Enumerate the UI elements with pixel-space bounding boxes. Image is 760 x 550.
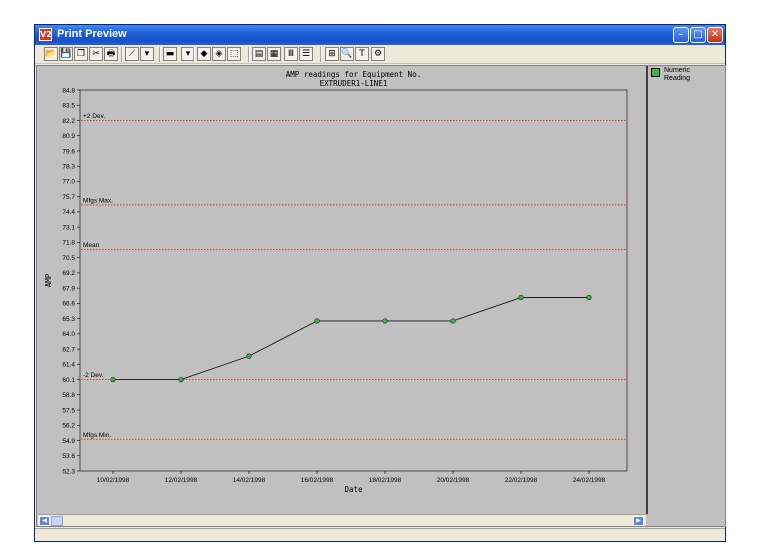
legend-label: Numeric Reading	[664, 67, 691, 82]
zoom-page-icon[interactable]: ⬚	[227, 47, 241, 61]
legend-swatch	[651, 68, 660, 77]
print-preview-window: V2 Print Preview – □ ✕ 📂 💾 ❐ ✂ 🖶 ⟋ ▾ ▬ ▾ ◆ ◈ ⬚ ▤ ▦ Ⅲ ☰ ⊞…	[34, 24, 726, 542]
horizontal-scrollbar[interactable]: ◀ ▶	[38, 514, 646, 526]
tools-icon[interactable]: ⚙	[371, 47, 385, 61]
y-tick-label: 74.4	[62, 209, 75, 216]
reference-line-label: +2 Dev.	[83, 113, 105, 120]
maximize-button[interactable]: □	[690, 27, 706, 43]
data-point	[246, 353, 252, 359]
y-tick-label: 66.6	[62, 301, 75, 308]
y-tick-label: 54.9	[62, 438, 75, 445]
y-tick-label: 79.6	[62, 148, 75, 155]
view-3d-icon[interactable]: ◆	[197, 47, 211, 61]
print-icon[interactable]: 🖶	[104, 47, 118, 61]
y-tick-label: 53.6	[62, 453, 75, 460]
open-icon[interactable]: 📂	[44, 47, 58, 61]
chart-title: AMP readings for Equipment No.	[286, 70, 421, 79]
y-tick-label: 78.3	[62, 164, 75, 171]
y-tick-label: 77.0	[62, 179, 75, 186]
y-axis-label: AMP	[44, 273, 53, 287]
series-line	[113, 297, 589, 381]
chart-subtitle: EXTRUDER1-LINE1	[320, 79, 388, 88]
reference-line-label: Mean	[83, 242, 100, 249]
reference-line-label: Mfgs Min.	[83, 432, 111, 439]
y-tick-label: 70.5	[62, 255, 75, 262]
toolbar: 📂 💾 ❐ ✂ 🖶 ⟋ ▾ ▬ ▾ ◆ ◈ ⬚ ▤ ▦ Ⅲ ☰ ⊞ 🔍 T ⚙	[35, 45, 725, 64]
x-tick-label: 22/02/1998	[505, 477, 538, 484]
y-tick-label: 64.0	[62, 331, 75, 338]
axis-icon[interactable]: ⊞	[325, 47, 339, 61]
rotate-icon[interactable]: ◈	[212, 47, 226, 61]
x-tick-label: 12/02/1998	[165, 477, 198, 484]
y-tick-label: 69.2	[62, 270, 75, 277]
x-axis-label: Date	[344, 485, 363, 494]
y-tick-label: 67.9	[62, 285, 75, 292]
y-tick-label: 60.1	[62, 377, 75, 384]
y-tick-label: 58.8	[62, 392, 75, 399]
y-tick-label: 75.7	[62, 194, 75, 201]
y-tick-label: 84.8	[62, 87, 75, 94]
scroll-right-icon[interactable]: ▶	[633, 516, 644, 526]
y-tick-label: 80.9	[62, 133, 75, 140]
data-point	[586, 294, 592, 301]
chart: AMP readings for Equipment No.EXTRUDER1-…	[44, 70, 628, 494]
x-tick-label: 20/02/1998	[437, 477, 470, 484]
x-tick-label: 24/02/1998	[573, 477, 606, 484]
legend-divider	[646, 66, 648, 514]
minimize-button[interactable]: –	[673, 27, 689, 43]
page-setup-icon[interactable]: ▤	[252, 47, 266, 61]
y-tick-label: 62.7	[62, 346, 75, 353]
app-icon: V2	[39, 28, 52, 41]
data-point	[518, 294, 524, 301]
data-point	[178, 376, 184, 383]
y-tick-label: 82.2	[62, 118, 75, 125]
x-tick-label: 14/02/1998	[233, 477, 266, 484]
scroll-thumb[interactable]	[51, 516, 63, 526]
y-tick-label: 73.1	[62, 224, 75, 231]
cut-icon[interactable]: ✂	[89, 47, 103, 61]
y-tick-label: 52.3	[62, 468, 75, 475]
close-button[interactable]: ✕	[707, 27, 723, 43]
title-bar[interactable]: V2 Print Preview – □ ✕	[35, 25, 725, 45]
y-tick-label: 83.5	[62, 103, 75, 110]
preview-area: AMP readings for Equipment No. EXTRUDER1-…	[36, 65, 726, 527]
toolbar-separator	[320, 47, 322, 62]
color-bar-icon[interactable]: ▬	[163, 47, 177, 61]
save-icon[interactable]: 💾	[59, 47, 73, 61]
plot-frame	[79, 89, 628, 472]
reference-line-label: -2 Dev.	[83, 372, 104, 379]
status-bar	[35, 528, 725, 541]
window-title: Print Preview	[57, 28, 127, 40]
toolbar-separator	[121, 47, 123, 62]
y-tick-label: 71.8	[62, 240, 75, 247]
y-tick-label: 57.5	[62, 407, 75, 414]
data-point	[382, 318, 388, 324]
scroll-left-icon[interactable]: ◀	[39, 516, 50, 526]
grid-horizontal-icon[interactable]: ☰	[299, 47, 313, 61]
chart-type-dropdown-icon[interactable]: ▾	[140, 47, 154, 61]
reference-line-label: Mfgs Max.	[83, 197, 113, 204]
zoom-icon[interactable]: 🔍	[340, 47, 354, 61]
text-icon[interactable]: T	[355, 47, 369, 61]
y-tick-label: 61.4	[62, 362, 75, 369]
y-tick-label: 56.2	[62, 423, 75, 430]
y-tick-label: 65.3	[62, 316, 75, 323]
toolbar-separator	[159, 47, 161, 62]
x-tick-label: 18/02/1998	[369, 477, 402, 484]
data-point	[314, 318, 320, 324]
copy-icon[interactable]: ❐	[74, 47, 88, 61]
chart-type-icon[interactable]: ⟋	[125, 47, 139, 61]
toolbar-separator	[248, 47, 250, 62]
data-table-icon[interactable]: ▦	[267, 47, 281, 61]
x-tick-label: 16/02/1998	[301, 477, 334, 484]
x-tick-label: 10/02/1998	[97, 477, 130, 484]
data-point	[110, 376, 116, 383]
grid-vertical-icon[interactable]: Ⅲ	[284, 47, 298, 61]
data-point	[450, 318, 456, 324]
toolbar-separator	[193, 47, 195, 62]
